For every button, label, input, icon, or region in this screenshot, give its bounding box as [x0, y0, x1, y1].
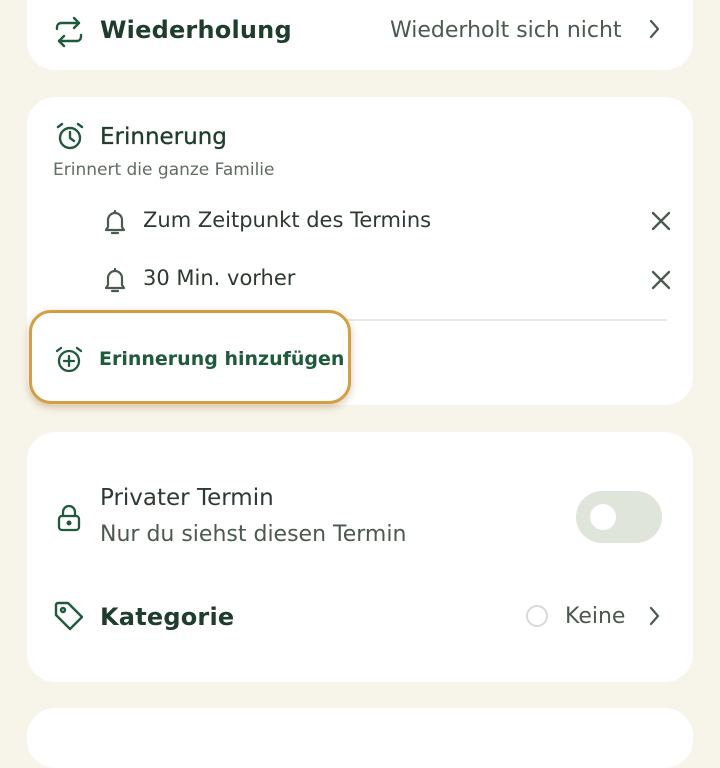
reminder-title: Erinnerung — [100, 124, 227, 150]
close-icon[interactable] — [649, 268, 673, 292]
lock-icon — [56, 504, 82, 532]
add-reminder-label: Erinnerung hinzufügen — [99, 348, 345, 370]
bell-icon — [102, 208, 128, 236]
alarm-add-icon — [54, 345, 84, 375]
category-label: Kategorie — [100, 603, 235, 631]
reminder-item-label: Zum Zeitpunkt des Termins — [143, 208, 432, 232]
privacy-subtitle: Nur du siehst diesen Termin — [100, 522, 407, 547]
repeat-icon — [53, 16, 85, 48]
tag-icon — [53, 600, 85, 632]
chevron-right-icon[interactable] — [647, 602, 663, 636]
bell-icon — [102, 266, 128, 294]
chevron-right-icon[interactable] — [647, 15, 663, 49]
category-color-swatch — [526, 605, 548, 627]
reminder-subtitle: Erinnert die ganze Familie — [53, 160, 275, 180]
category-value: Keine — [565, 604, 626, 629]
toggle-knob — [590, 504, 616, 530]
repeat-value: Wiederholt sich nicht — [390, 18, 622, 43]
close-icon[interactable] — [649, 209, 673, 233]
next-card — [27, 708, 693, 768]
privacy-title: Privater Termin — [100, 485, 274, 511]
reminder-item-label: 30 Min. vorher — [143, 266, 296, 290]
repeat-label: Wiederholung — [100, 16, 292, 44]
alarm-clock-icon — [54, 121, 86, 153]
privacy-card — [27, 432, 693, 682]
privacy-toggle[interactable] — [576, 491, 662, 543]
